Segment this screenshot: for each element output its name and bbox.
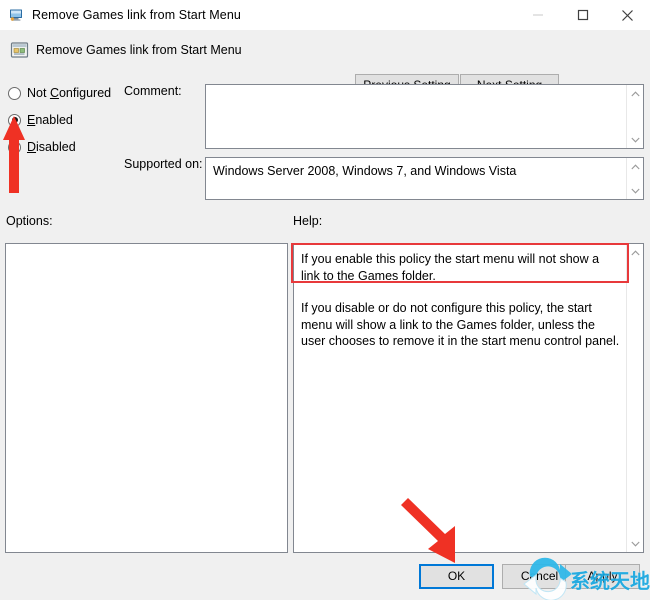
radio-enabled-mark[interactable] [8, 113, 21, 127]
radio-enabled[interactable]: Enabled [8, 111, 73, 129]
options-label: Options: [6, 214, 53, 228]
minimize-icon[interactable] [515, 0, 560, 30]
help-paragraph: If you enable this policy the start menu… [301, 252, 600, 283]
help-panel[interactable]: If you enable this policy the start menu… [293, 243, 644, 553]
title-bar: Remove Games link from Start Menu [0, 0, 650, 30]
comment-textarea[interactable] [205, 84, 644, 149]
help-scrollbar[interactable] [626, 244, 643, 552]
setting-header: Remove Games link from Start Menu Previo… [0, 30, 650, 97]
supported-on-scrollbar[interactable] [626, 158, 643, 199]
group-policy-setting-dialog: Remove Games link from Start Menu Remove… [0, 0, 650, 600]
options-panel[interactable] [5, 243, 288, 553]
comment-scrollbar[interactable] [626, 85, 643, 148]
comment-label: Comment: [124, 84, 182, 98]
radio-disabled-mark[interactable] [8, 140, 21, 154]
close-icon[interactable] [605, 0, 650, 30]
supported-on-textarea: Windows Server 2008, Windows 7, and Wind… [205, 157, 644, 200]
scroll-up-icon[interactable] [627, 244, 643, 261]
supported-on-label: Supported on: [124, 157, 203, 171]
radio-enabled-label: Enabled [27, 113, 73, 127]
radio-not-configured[interactable]: Not Configured [8, 84, 111, 102]
scroll-down-icon[interactable] [627, 535, 643, 552]
window-title: Remove Games link from Start Menu [32, 8, 241, 22]
radio-not-configured-mark[interactable] [8, 86, 21, 100]
options-content [6, 244, 287, 252]
supported-on-value: Windows Server 2008, Windows 7, and Wind… [213, 164, 517, 178]
scroll-down-icon[interactable] [627, 182, 643, 199]
radio-disabled[interactable]: Disabled [8, 138, 76, 156]
scroll-up-icon[interactable] [627, 158, 643, 175]
help-paragraph: If you disable or do not configure this … [301, 301, 620, 348]
scroll-up-icon[interactable] [627, 85, 643, 102]
apply-button[interactable]: Apply [565, 564, 640, 589]
radio-disabled-label: Disabled [27, 140, 76, 154]
help-label: Help: [293, 214, 323, 228]
setting-title: Remove Games link from Start Menu [36, 43, 242, 57]
policy-setting-icon [10, 41, 29, 60]
scroll-down-icon[interactable] [627, 131, 643, 148]
ok-button[interactable]: OK [419, 564, 494, 589]
comment-value [206, 85, 643, 93]
maximize-icon[interactable] [560, 0, 605, 30]
computer-monitor-icon [8, 7, 24, 23]
radio-not-configured-label: Not Configured [27, 86, 112, 100]
caption-buttons [515, 0, 650, 30]
